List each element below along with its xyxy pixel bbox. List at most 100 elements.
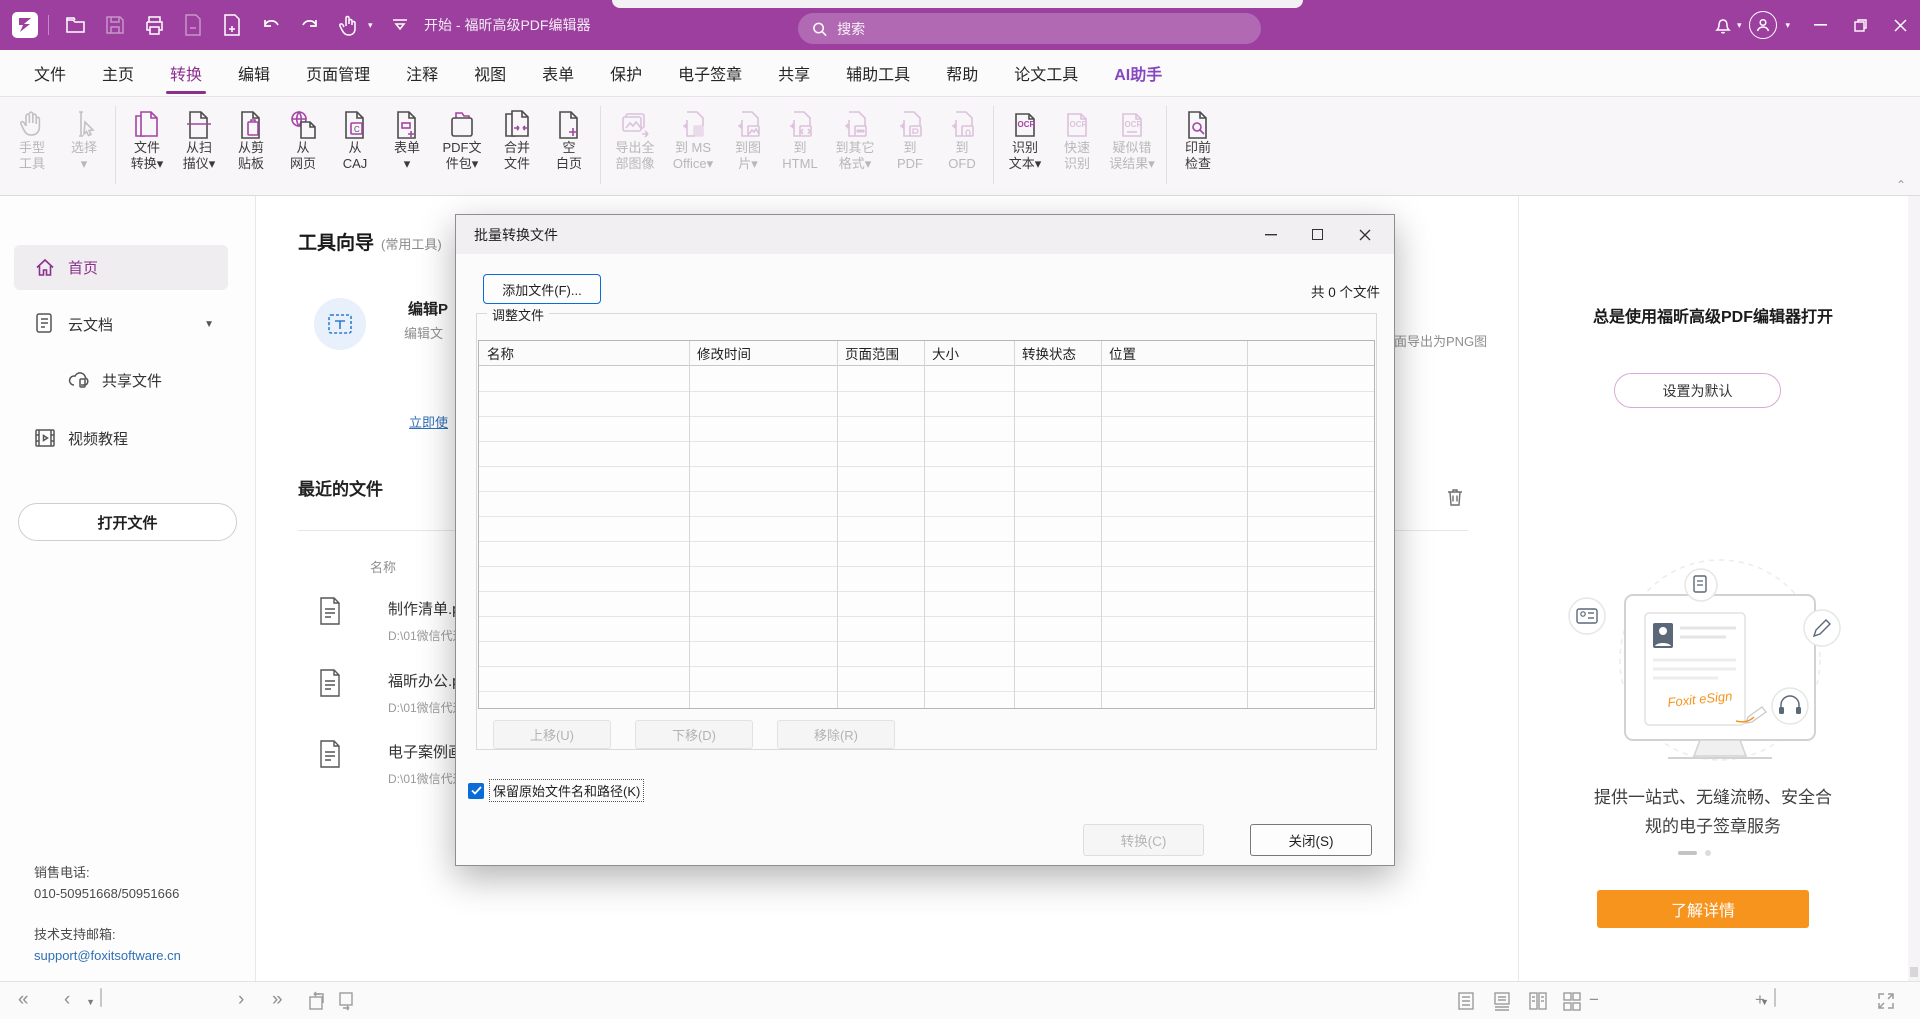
ribbon-select-tool[interactable]: 选择 ▾ xyxy=(58,104,110,172)
checkbox-checked-icon[interactable] xyxy=(468,783,484,799)
facing-view-icon[interactable] xyxy=(1528,991,1548,1011)
column-divider[interactable] xyxy=(1247,341,1248,708)
zoom-out-button[interactable]: − xyxy=(1589,990,1599,1010)
col-status[interactable]: 转换状态 xyxy=(1014,341,1101,365)
last-page-button[interactable]: » xyxy=(272,990,283,1009)
notification-bell-icon[interactable] xyxy=(1711,13,1735,37)
continuous-view-icon[interactable] xyxy=(1492,991,1512,1011)
page-number-combobox[interactable]: ▼ xyxy=(100,988,102,1007)
prev-page-button[interactable]: ‹ xyxy=(64,990,70,1009)
menu-ai-assistant[interactable]: AI助手 xyxy=(1114,50,1162,97)
menu-share[interactable]: 共享 xyxy=(778,50,810,97)
close-button[interactable] xyxy=(1880,0,1920,50)
menu-form[interactable]: 表单 xyxy=(542,50,574,97)
menu-file[interactable]: 文件 xyxy=(34,50,66,97)
use-now-link[interactable]: 立即使 xyxy=(409,412,448,431)
col-location[interactable]: 位置 xyxy=(1101,341,1247,365)
search-input[interactable] xyxy=(837,21,1247,37)
ribbon-blank-page[interactable]: 空 白页 xyxy=(543,104,595,172)
recent-file-row[interactable]: 福昕办公.p D:\01微信代运 xyxy=(388,670,465,716)
next-page-button[interactable]: › xyxy=(238,990,244,1009)
ribbon-pdf-portfolio[interactable]: PDF文 件包▾ xyxy=(433,104,491,172)
menu-convert[interactable]: 转换 xyxy=(170,50,202,97)
ribbon-export-all-images[interactable]: 导出全 部图像 xyxy=(606,104,664,172)
single-page-view-icon[interactable] xyxy=(1456,991,1476,1011)
open-file-button[interactable]: 打开文件 xyxy=(18,503,237,541)
set-default-button[interactable]: 设置为默认 xyxy=(1614,373,1781,408)
hand-pointer-icon[interactable] xyxy=(337,13,361,37)
avatar-caret[interactable]: ▾ xyxy=(1785,20,1790,31)
col-page-range[interactable]: 页面范围 xyxy=(837,341,924,365)
maximize-button[interactable] xyxy=(1840,0,1880,50)
open-folder-icon[interactable] xyxy=(64,13,88,37)
ribbon-to-html[interactable]: 到 HTML xyxy=(774,104,826,172)
ribbon-recognize-text[interactable]: OCR 识别 文本▾ xyxy=(999,104,1051,172)
ribbon-quick-recognize[interactable]: OCR 快速 识别 xyxy=(1051,104,1103,172)
dialog-maximize-button[interactable] xyxy=(1294,215,1341,254)
ribbon-preflight[interactable]: 印前 检查 xyxy=(1172,104,1224,172)
export-page-icon[interactable] xyxy=(181,13,205,37)
column-divider[interactable] xyxy=(837,341,838,708)
print-icon[interactable] xyxy=(142,13,166,37)
carousel-dots[interactable] xyxy=(1678,850,1711,856)
menu-view[interactable]: 视图 xyxy=(474,50,506,97)
search-bar[interactable] xyxy=(798,13,1261,44)
minimize-button[interactable] xyxy=(1800,0,1840,50)
ribbon-suspect-results[interactable]: OCR 疑似错 误结果▾ xyxy=(1103,104,1161,172)
ribbon-to-pdf[interactable]: 到 PDF xyxy=(884,104,936,172)
menu-comment[interactable]: 注释 xyxy=(406,50,438,97)
dialog-close-button[interactable] xyxy=(1341,215,1388,254)
remove-button[interactable]: 移除(R) xyxy=(777,720,895,749)
col-size[interactable]: 大小 xyxy=(924,341,1014,365)
next-view-icon[interactable] xyxy=(336,991,356,1011)
learn-more-button[interactable]: 了解详情 xyxy=(1597,890,1809,928)
ribbon-from-caj[interactable]: C 从 CAJ xyxy=(329,104,381,172)
col-modified[interactable]: 修改时间 xyxy=(689,341,837,365)
menu-home[interactable]: 主页 xyxy=(102,50,134,97)
file-table[interactable]: 名称 修改时间 页面范围 大小 转换状态 位置 xyxy=(478,340,1375,709)
sidebar-item-shared-files[interactable]: 共享文件 xyxy=(14,360,228,400)
avatar[interactable] xyxy=(1749,11,1777,39)
recent-file-row[interactable]: 电子案例画 D:\01微信代运 xyxy=(388,741,465,787)
move-down-button[interactable]: 下移(D) xyxy=(635,720,753,749)
cloud-docs-caret[interactable]: ▼ xyxy=(204,319,214,330)
ribbon-to-ms-office[interactable]: 到 MS Office▾ xyxy=(664,104,722,172)
close-dialog-button[interactable]: 关闭(S) xyxy=(1250,824,1372,856)
menu-edit[interactable]: 编辑 xyxy=(238,50,270,97)
fullscreen-icon[interactable] xyxy=(1876,991,1896,1011)
column-divider[interactable] xyxy=(1014,341,1015,708)
ribbon-form[interactable]: 表单 ▾ xyxy=(381,104,433,172)
carousel-dot-active[interactable] xyxy=(1678,851,1697,855)
file-table-body[interactable] xyxy=(479,367,1374,709)
convert-button[interactable]: 转换(C) xyxy=(1083,824,1204,856)
zoom-level-combobox[interactable]: ▼ xyxy=(1774,988,1776,1007)
vertical-scrollbar[interactable] xyxy=(1908,196,1920,981)
keep-name-path-row[interactable]: 保留原始文件名和路径(K) xyxy=(468,780,643,801)
edit-pdf-card-icon[interactable] xyxy=(314,298,366,350)
menu-page-manage[interactable]: 页面管理 xyxy=(306,50,370,97)
ribbon-hand-tool[interactable]: 手型 工具 xyxy=(6,104,58,172)
col-name[interactable]: 名称 xyxy=(479,341,689,365)
hand-dropdown-caret[interactable]: ▾ xyxy=(368,20,373,31)
add-files-button[interactable]: 添加文件(F)... xyxy=(483,274,601,304)
column-divider[interactable] xyxy=(924,341,925,708)
customize-toolbar-icon[interactable] xyxy=(388,13,412,37)
first-page-button[interactable]: « xyxy=(18,990,29,1009)
dialog-titlebar[interactable]: 批量转换文件 xyxy=(456,215,1394,254)
ribbon-file-convert[interactable]: 文件 转换▾ xyxy=(121,104,173,172)
previous-view-icon[interactable] xyxy=(306,991,326,1011)
carousel-dot[interactable] xyxy=(1705,850,1711,856)
facing-continuous-view-icon[interactable] xyxy=(1562,991,1582,1011)
trash-icon[interactable] xyxy=(1445,487,1465,507)
ribbon-merge-files[interactable]: 合并 文件 xyxy=(491,104,543,172)
dialog-minimize-button[interactable] xyxy=(1247,215,1294,254)
menu-paper-tools[interactable]: 论文工具 xyxy=(1014,50,1078,97)
menu-protect[interactable]: 保护 xyxy=(610,50,642,97)
ribbon-to-image[interactable]: 到图 片▾ xyxy=(722,104,774,172)
ribbon-collapse-icon[interactable]: ⌃ xyxy=(1896,178,1906,192)
scrollbar-down-arrow[interactable] xyxy=(1910,967,1918,977)
ribbon-from-scanner[interactable]: 从扫 描仪▾ xyxy=(173,104,225,172)
recent-file-row[interactable]: 制作清单.p D:\01微信代运 xyxy=(388,598,465,644)
support-email-link[interactable]: support@foxitsoftware.cn xyxy=(34,948,181,963)
ribbon-from-web[interactable]: 从 网页 xyxy=(277,104,329,172)
